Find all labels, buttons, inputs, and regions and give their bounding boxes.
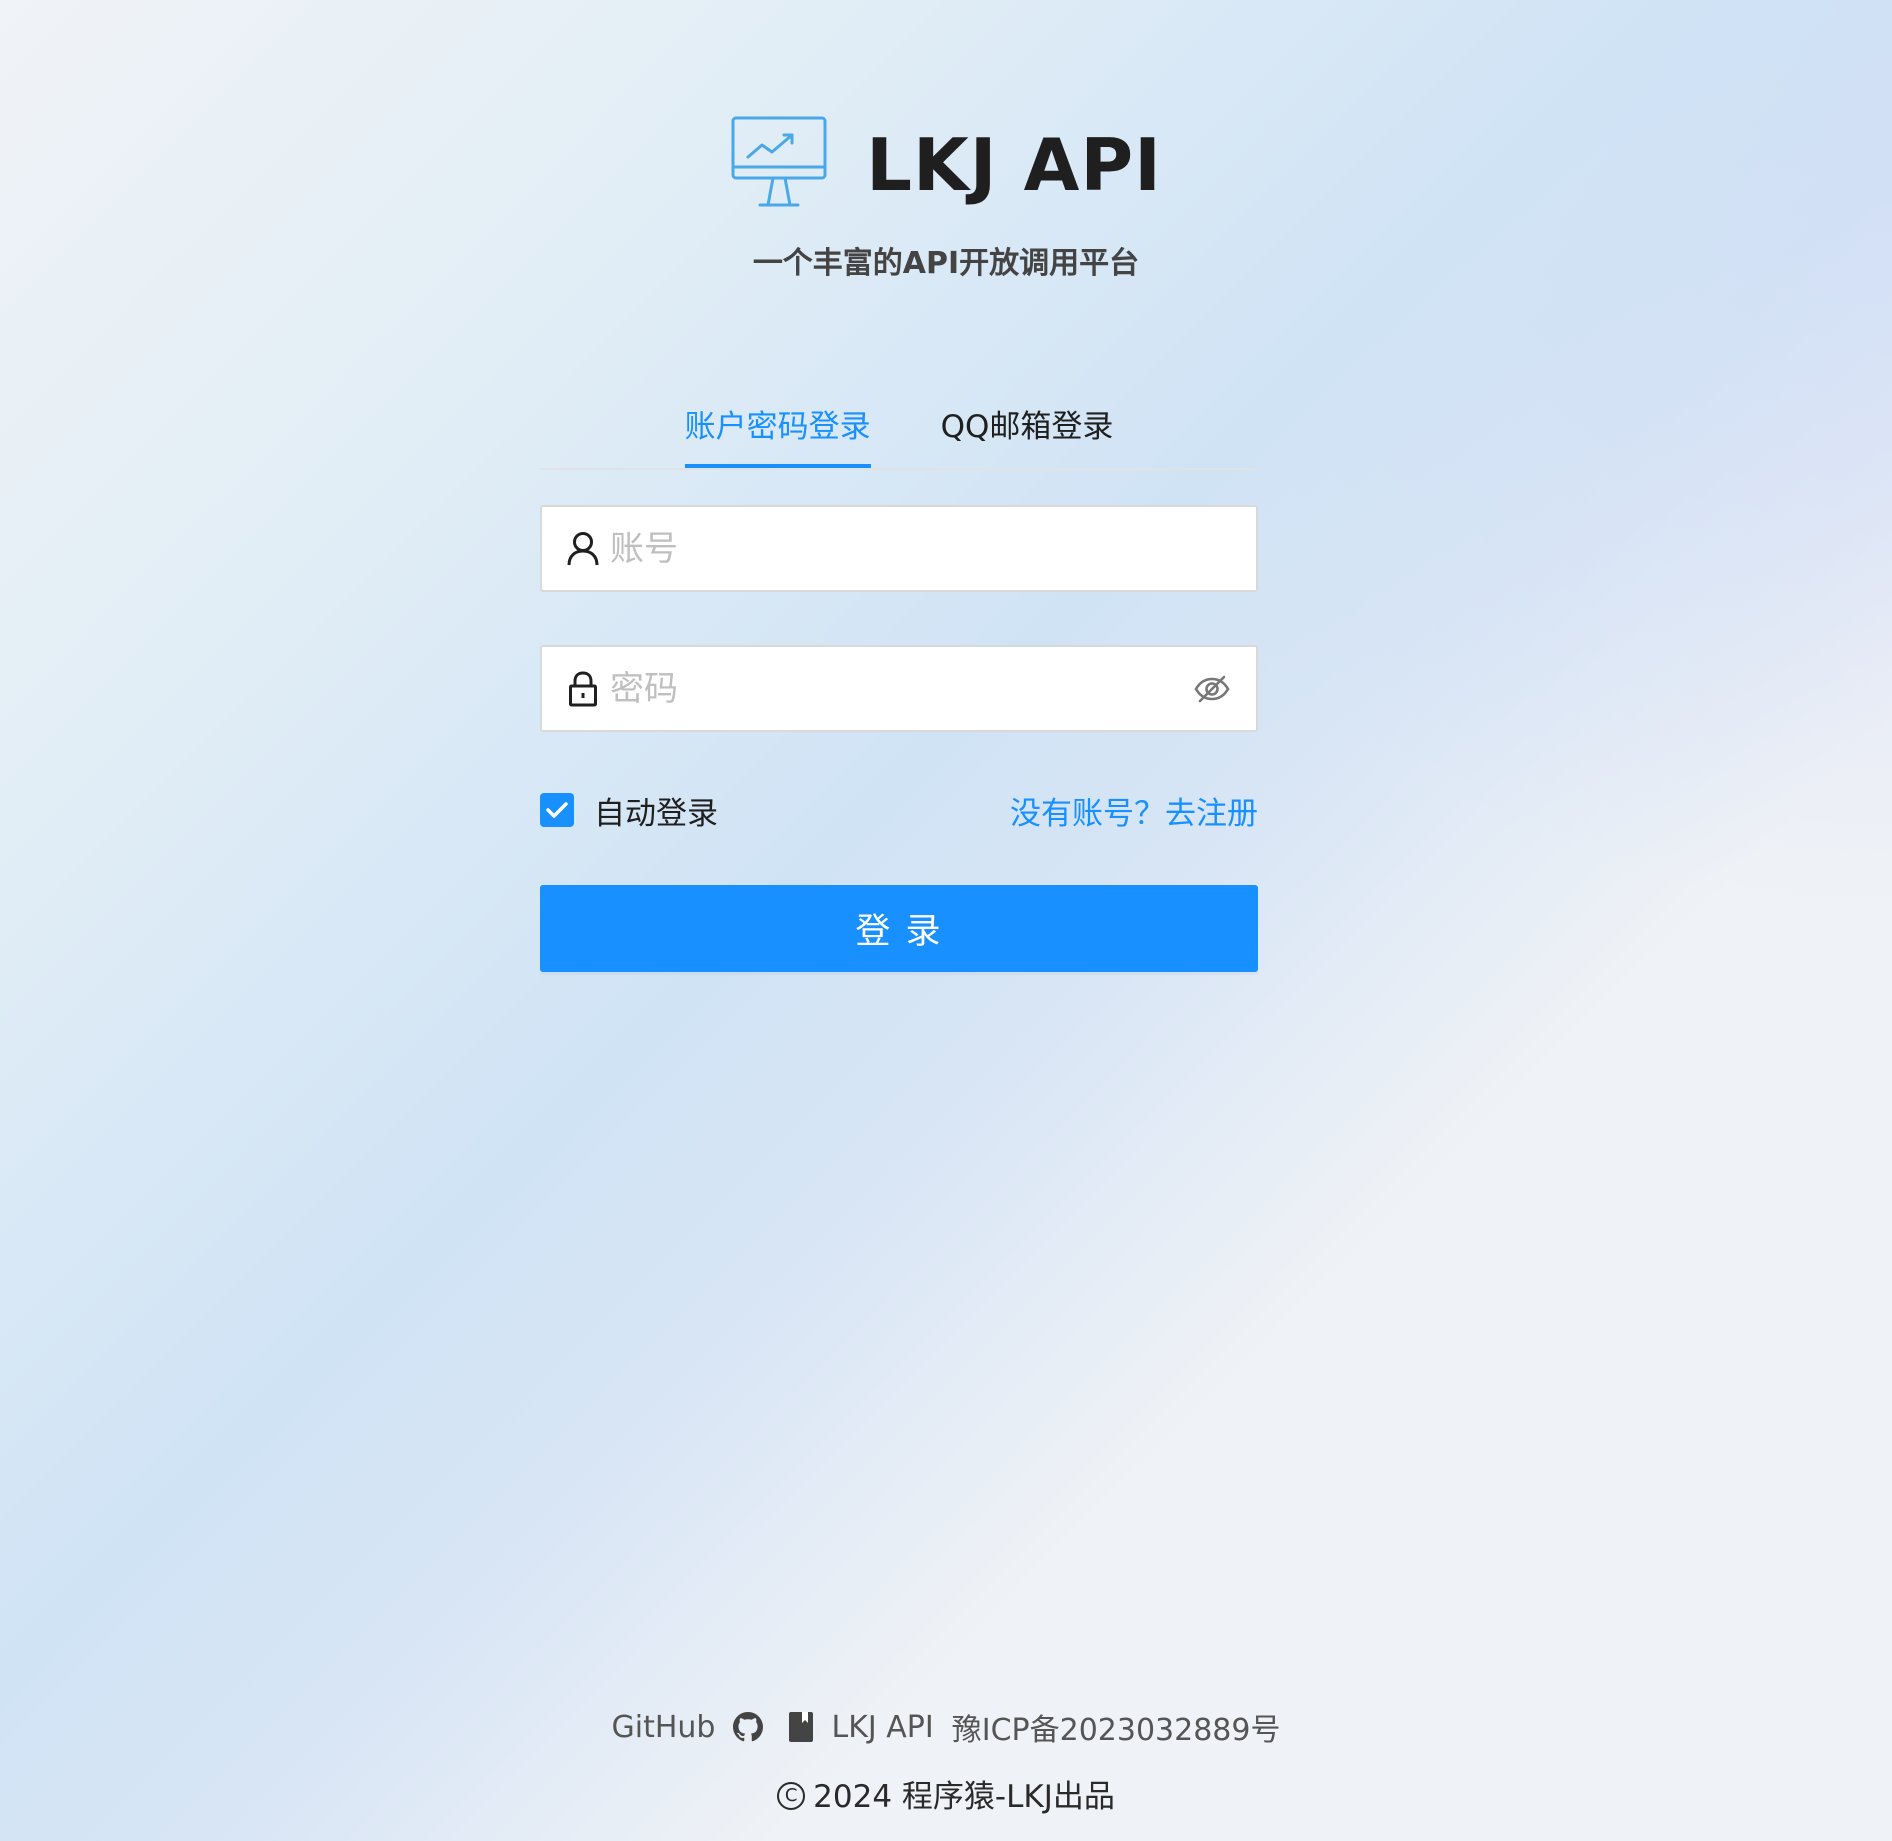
lock-icon: [566, 669, 600, 709]
brand-header: LKJ API: [0, 115, 1892, 209]
footer-copyright: C 2024 程序猿-LKJ出品: [0, 1771, 1892, 1816]
copyright-text: 2024 程序猿-LKJ出品: [813, 1779, 1115, 1815]
monitor-chart-icon: [731, 116, 827, 207]
user-icon: [566, 529, 600, 569]
password-field[interactable]: [540, 645, 1258, 732]
footer-links: GitHub LKJ API 豫ICP备2023032889号: [0, 1705, 1892, 1749]
eye-invisible-icon[interactable]: [1192, 669, 1232, 709]
tab-qq-email[interactable]: QQ邮箱登录: [941, 395, 1114, 460]
footer-lkj-api-label: LKJ API: [831, 1709, 934, 1745]
auto-login-label: 自动登录: [594, 795, 718, 832]
account-input[interactable]: [608, 517, 1232, 580]
app-title: LKJ API: [866, 123, 1162, 207]
auto-login-checkbox[interactable]: 自动登录: [540, 788, 718, 833]
checkbox-checked-icon[interactable]: [540, 793, 574, 827]
app-subtitle: 一个丰富的API开放调用平台: [752, 246, 1140, 281]
login-button[interactable]: 登 录: [540, 885, 1258, 972]
login-options: 自动登录 没有账号？去注册: [540, 788, 1258, 832]
footer-github-label: GitHub: [611, 1709, 716, 1745]
copyright-icon: C: [777, 1781, 806, 1810]
tab-account-password[interactable]: 账户密码登录: [684, 395, 871, 468]
footer-link-lkj-api[interactable]: LKJ API: [781, 1709, 934, 1745]
footer-link-icp[interactable]: 豫ICP备2023032889号: [952, 1705, 1281, 1749]
login-tabs: 账户密码登录 QQ邮箱登录: [540, 395, 1258, 470]
account-field[interactable]: [540, 505, 1258, 592]
footer-link-github[interactable]: GitHub: [612, 1710, 764, 1745]
password-input[interactable]: [608, 657, 1192, 720]
login-page: LKJ API 一个丰富的API开放调用平台 账户密码登录 QQ邮箱登录 账号 …: [0, 0, 1892, 1841]
github-icon: [733, 1712, 764, 1742]
register-link[interactable]: 没有账号？去注册: [1010, 788, 1258, 833]
book-icon: [789, 1712, 814, 1742]
